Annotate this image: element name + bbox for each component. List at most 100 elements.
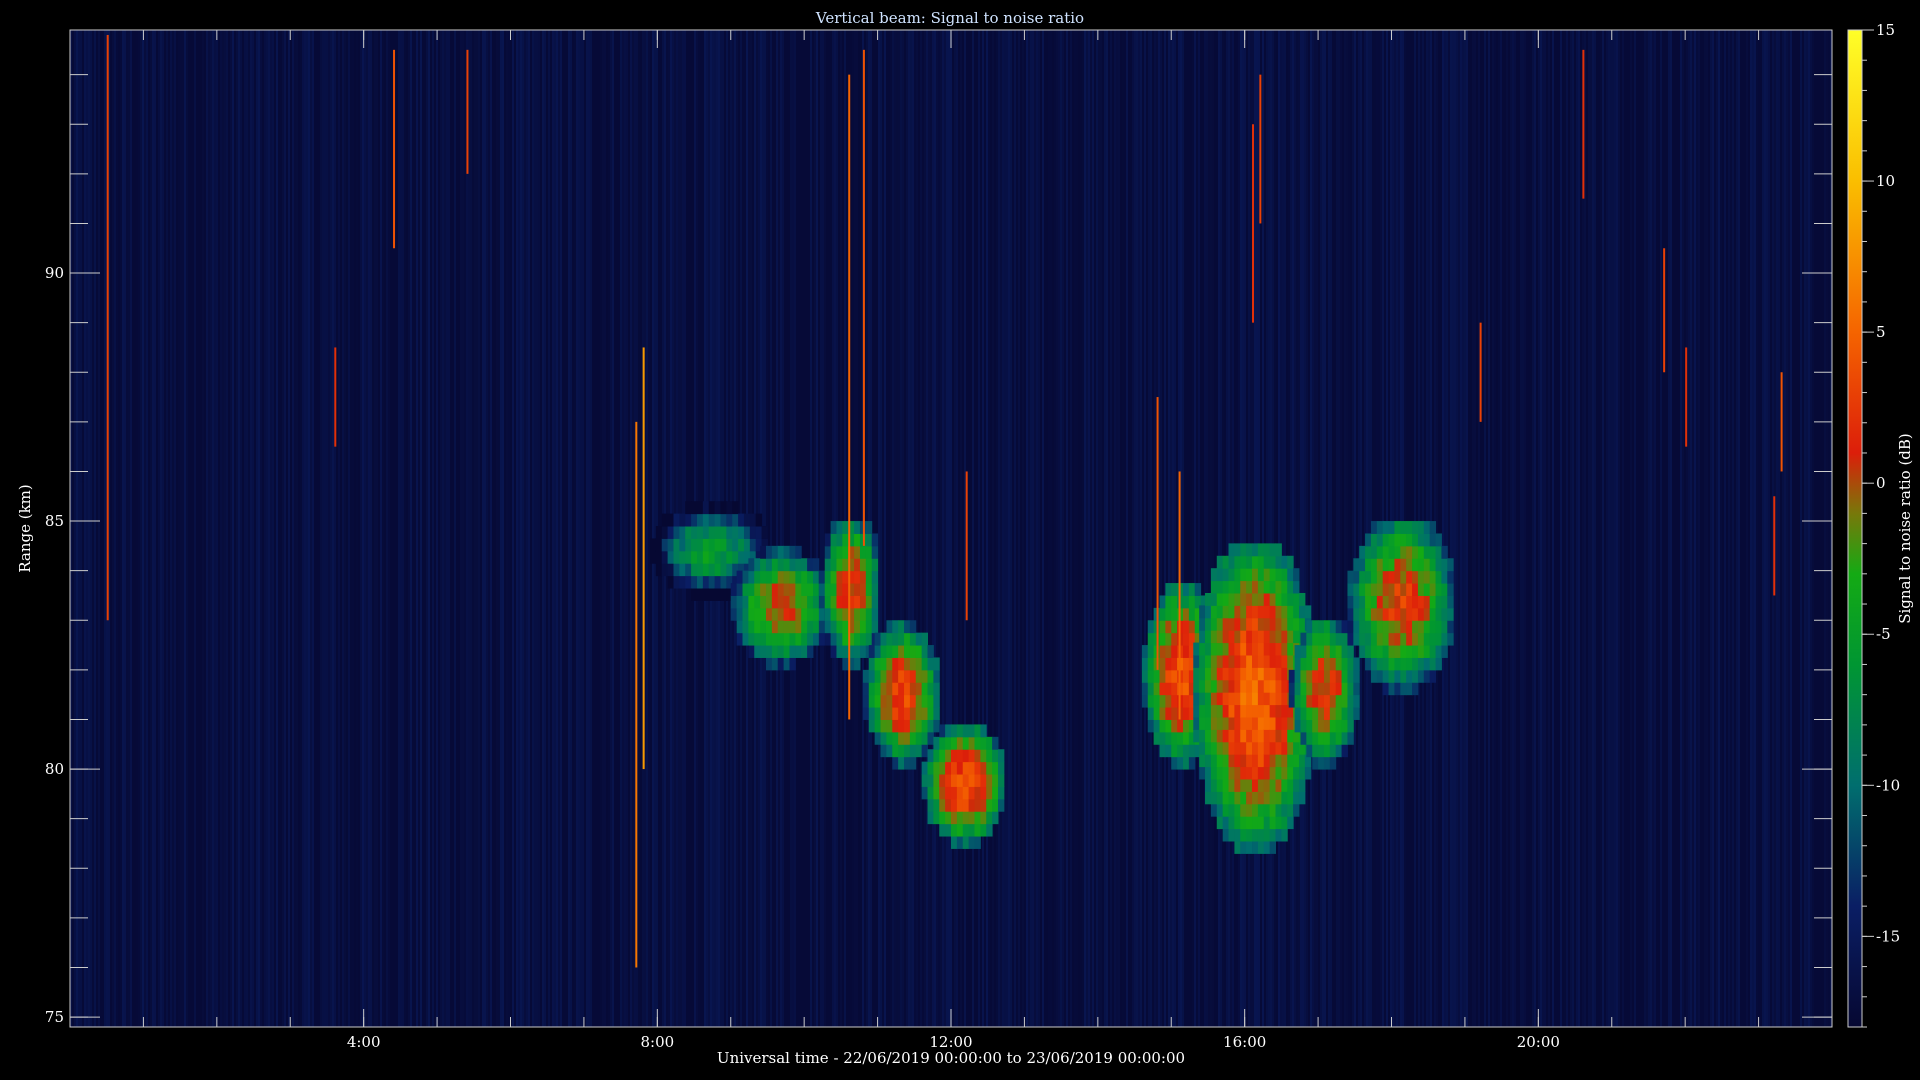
heat-cell <box>1205 654 1212 668</box>
heat-cell <box>1252 617 1259 631</box>
noise-column <box>254 30 256 1027</box>
heat-cell <box>1429 595 1437 609</box>
heat-cell <box>980 798 987 812</box>
noise-column <box>1460 30 1462 1027</box>
heat-cell <box>691 501 698 515</box>
heat-cell <box>679 538 686 552</box>
heat-cell <box>749 513 757 527</box>
heat-cell <box>1246 543 1253 557</box>
noise-column <box>1280 30 1282 1027</box>
heat-cell <box>765 607 773 621</box>
heat-cell <box>1252 592 1259 606</box>
heat-cell <box>1447 607 1454 621</box>
heat-cell <box>1252 754 1259 768</box>
heat-cell <box>1318 756 1325 770</box>
heat-cell <box>795 620 802 634</box>
heat-cell <box>1216 716 1224 730</box>
heat-cell <box>1347 570 1354 584</box>
heat-cell <box>1359 645 1366 658</box>
heat-cell <box>736 632 743 646</box>
heat-cell <box>1275 568 1282 582</box>
heat-cell <box>915 707 923 720</box>
heat-cell <box>1376 657 1384 671</box>
heat-cell <box>1365 632 1372 646</box>
heat-cell <box>1275 729 1282 743</box>
heat-cell <box>1347 719 1354 733</box>
heat-cell <box>726 538 733 552</box>
noise-column <box>932 30 934 1027</box>
noise-column <box>1314 30 1316 1027</box>
noise-column <box>548 30 550 1027</box>
heat-cell <box>1246 791 1253 805</box>
spike <box>1178 471 1181 720</box>
heat-cell <box>886 731 893 745</box>
noise-column <box>1034 30 1036 1027</box>
heat-cell <box>1199 630 1206 644</box>
heat-cell <box>714 575 721 589</box>
heat-cell <box>1246 580 1253 594</box>
noise-column <box>1020 30 1022 1027</box>
noise-column <box>96 30 98 1027</box>
heat-cell <box>1222 555 1230 569</box>
noise-column <box>1586 30 1588 1027</box>
heat-cell <box>1388 607 1395 621</box>
noise-column <box>582 30 584 1027</box>
heat-cell <box>702 513 710 527</box>
noise-column <box>134 30 136 1027</box>
heat-cell <box>1400 657 1407 671</box>
heat-cell <box>921 645 929 658</box>
noise-column <box>1354 30 1356 1027</box>
noise-column <box>650 30 652 1027</box>
heat-cell <box>898 682 905 696</box>
heat-cell <box>661 513 669 527</box>
heat-cell <box>738 550 745 564</box>
noise-column <box>376 30 378 1027</box>
heat-cell <box>862 669 870 683</box>
heat-cell <box>854 657 861 671</box>
heat-cell <box>1341 731 1348 745</box>
noise-column <box>248 30 250 1027</box>
heat-cell <box>1412 595 1419 609</box>
noise-column <box>476 30 478 1027</box>
noise-column <box>1146 30 1148 1027</box>
heat-cell <box>830 521 837 534</box>
noise-column <box>158 30 160 1027</box>
heat-cell <box>1246 778 1253 792</box>
heat-cell <box>1246 692 1253 706</box>
noise-column <box>466 30 468 1027</box>
heat-cell <box>980 724 987 738</box>
heat-cell <box>1300 694 1307 708</box>
noise-column <box>552 30 554 1027</box>
noise-column <box>1264 30 1266 1027</box>
heat-cell <box>1228 729 1235 743</box>
heat-cell <box>1287 803 1294 817</box>
heat-cell <box>1216 679 1224 693</box>
heat-cell <box>1275 592 1282 606</box>
noise-column <box>532 30 534 1027</box>
heat-cell <box>865 558 873 572</box>
heat-cell <box>1293 791 1300 805</box>
noise-column <box>896 30 898 1027</box>
noise-column <box>1286 30 1288 1027</box>
heat-cell <box>892 731 899 745</box>
colorbar-tick-label: -10 <box>1876 776 1900 794</box>
heat-cell <box>951 811 958 825</box>
heat-cell <box>1269 617 1277 631</box>
heat-cell <box>939 749 946 763</box>
heat-cell <box>783 620 790 634</box>
heat-cell <box>1263 630 1271 644</box>
heat-cell <box>1263 543 1271 557</box>
noise-column <box>1002 30 1004 1027</box>
noise-column <box>1530 30 1532 1027</box>
heat-cell <box>1365 533 1372 547</box>
heat-cell <box>1293 766 1300 780</box>
noise-column <box>148 30 150 1027</box>
noise-column <box>1048 30 1050 1027</box>
heat-cell <box>1199 605 1206 619</box>
noise-column <box>804 30 806 1027</box>
heat-cell <box>801 607 808 621</box>
heat-cell <box>1147 620 1155 634</box>
heat-cell <box>1359 632 1366 646</box>
heat-cell <box>812 607 820 621</box>
heat-cell <box>927 707 934 720</box>
